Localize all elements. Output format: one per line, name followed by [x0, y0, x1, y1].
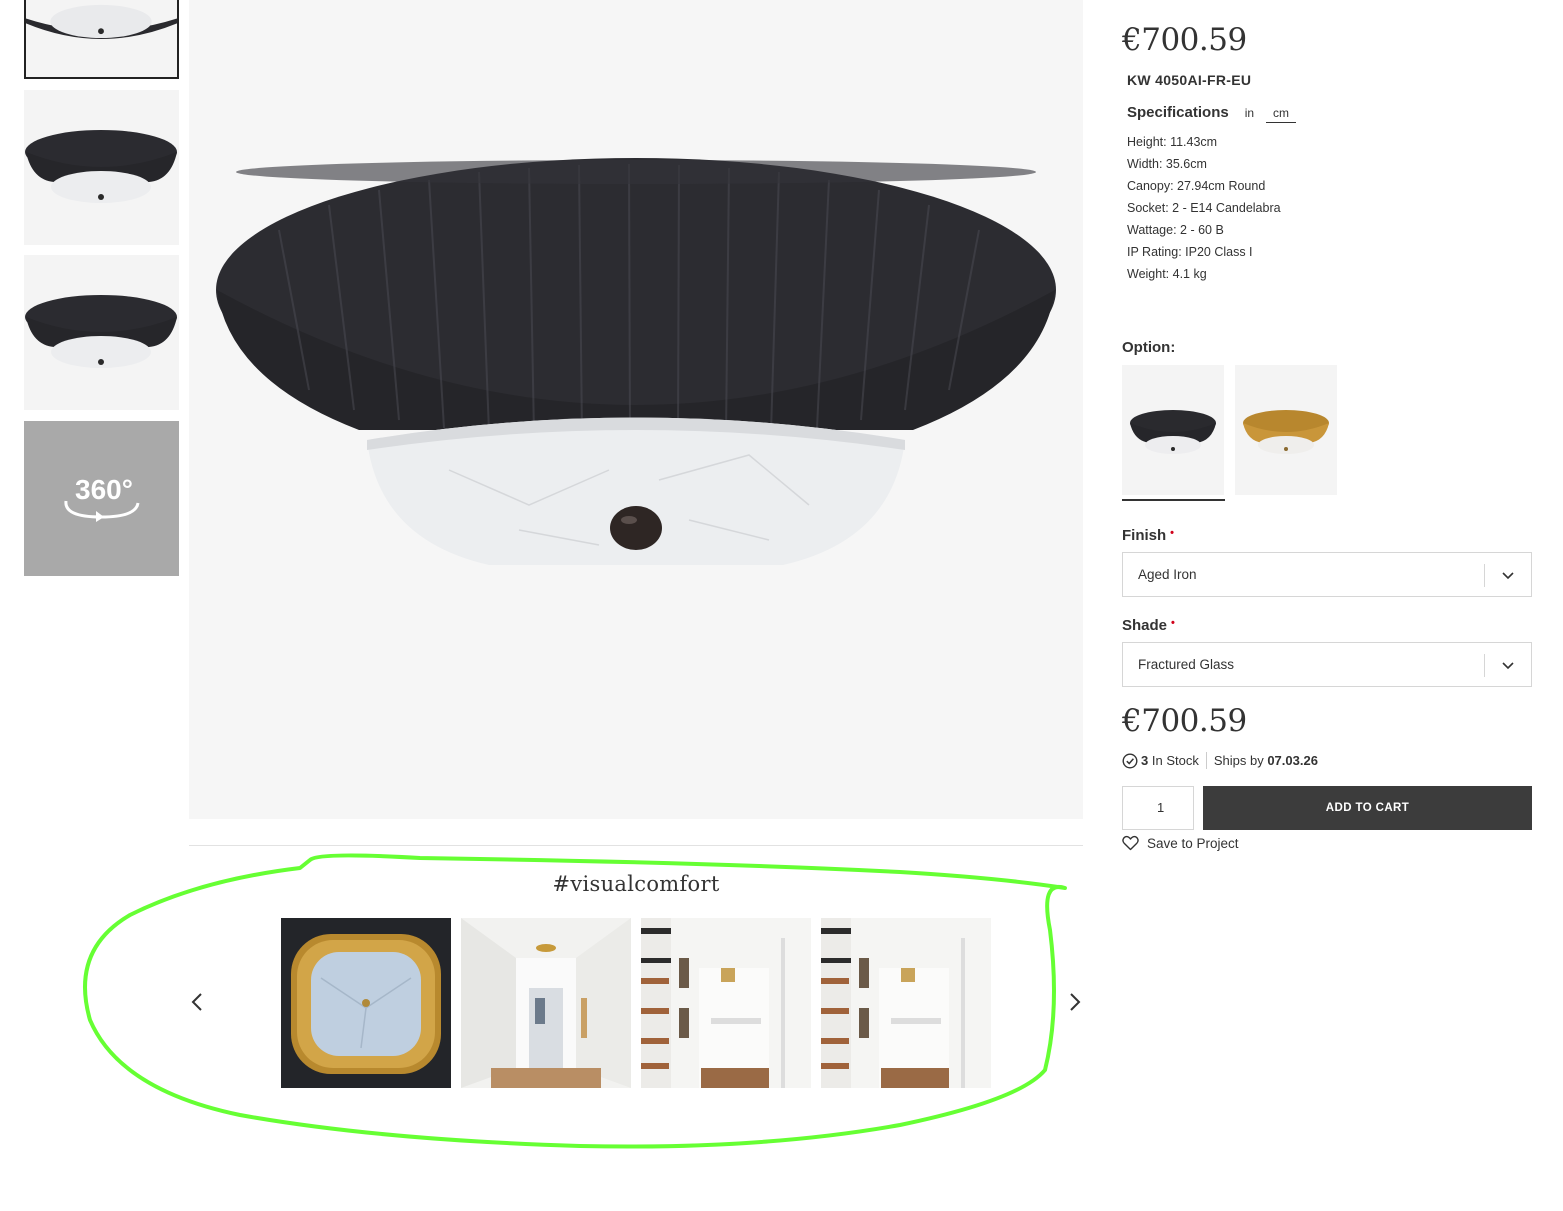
heart-icon [1122, 835, 1139, 851]
gallery-tile-fixture-closeup[interactable] [281, 918, 451, 1088]
ships-date: 07.03.26 [1267, 753, 1318, 768]
gallery-hashtag: #visualcomfort [552, 872, 720, 896]
specifications-list: Height: 11.43cm Width: 35.6cm Canopy: 27… [1127, 132, 1281, 286]
thumbnail-front-view[interactable] [24, 0, 179, 79]
stock-separator [1205, 752, 1207, 769]
thumbnail-360-view[interactable]: 360° [24, 421, 179, 576]
save-to-project-link[interactable]: Save to Project [1122, 835, 1239, 851]
section-divider [189, 845, 1083, 846]
stock-status: 3 In Stock Ships by 07.03.26 [1122, 752, 1318, 769]
option-label: Option: [1122, 339, 1176, 356]
gallery-prev-button[interactable] [184, 988, 212, 1016]
gallery-next-button[interactable] [1060, 988, 1088, 1016]
check-circle-icon [1122, 752, 1138, 769]
save-to-project-label: Save to Project [1147, 835, 1239, 851]
product-sku: KW 4050AI-FR-EU [1127, 72, 1252, 88]
product-price: €700.59 [1122, 22, 1247, 58]
spec-socket: Socket: 2 - E14 Candelabra [1127, 201, 1281, 215]
chevron-left-icon [191, 993, 202, 1011]
stock-label: In Stock [1151, 753, 1199, 768]
selected-swatch-indicator [1122, 499, 1225, 501]
shade-label: Shade • [1122, 617, 1175, 634]
chevron-down-icon [1502, 572, 1514, 580]
spec-width: Width: 35.6cm [1127, 157, 1207, 171]
spec-canopy: Canopy: 27.94cm Round [1127, 179, 1266, 193]
option-swatch-gild[interactable] [1235, 365, 1337, 495]
unit-toggle-in[interactable]: in [1245, 106, 1254, 120]
stock-count: 3 [1141, 753, 1149, 768]
thumbnail-side-view[interactable] [24, 90, 179, 245]
shade-label-text: Shade [1122, 617, 1168, 634]
specifications-title: Specifications [1127, 104, 1229, 121]
option-swatch-aged-iron[interactable] [1122, 365, 1224, 495]
finish-label-text: Finish [1122, 527, 1167, 544]
required-marker: • [1171, 617, 1175, 629]
unit-toggle-cm[interactable]: cm [1266, 106, 1297, 123]
shade-select-value: Fractured Glass [1138, 657, 1235, 672]
finish-select[interactable]: Aged Iron [1122, 552, 1532, 597]
spec-height: Height: 11.43cm [1127, 135, 1218, 149]
add-to-cart-button[interactable]: ADD TO CART [1203, 786, 1532, 830]
ships-label: Ships by [1213, 753, 1264, 768]
spec-ip-rating: IP Rating: IP20 Class I [1127, 245, 1253, 259]
specifications-header: Specifications in cm [1127, 104, 1297, 123]
spec-wattage: Wattage: 2 - 60 B [1127, 223, 1224, 237]
finish-label: Finish • [1122, 527, 1174, 544]
gallery-tile-staircase-2[interactable] [821, 918, 991, 1088]
gallery-tile-hallway[interactable] [461, 918, 631, 1088]
product-price-bottom: €700.59 [1122, 703, 1247, 739]
label-360: 360° [75, 474, 133, 505]
select-divider [1484, 564, 1485, 587]
thumbnail-angle-view[interactable] [24, 255, 179, 410]
finish-select-value: Aged Iron [1138, 567, 1197, 582]
select-divider [1484, 654, 1485, 677]
rotate-360-icon: 360° [64, 474, 140, 522]
spec-weight: Weight: 4.1 kg [1127, 267, 1207, 281]
chevron-right-icon [1070, 993, 1081, 1011]
required-marker: • [1170, 527, 1175, 539]
quantity-input[interactable]: 1 [1122, 786, 1194, 830]
shade-select[interactable]: Fractured Glass [1122, 642, 1532, 687]
main-product-image[interactable] [189, 0, 1083, 819]
chevron-down-icon [1502, 662, 1514, 670]
gallery-tile-staircase[interactable] [641, 918, 811, 1088]
